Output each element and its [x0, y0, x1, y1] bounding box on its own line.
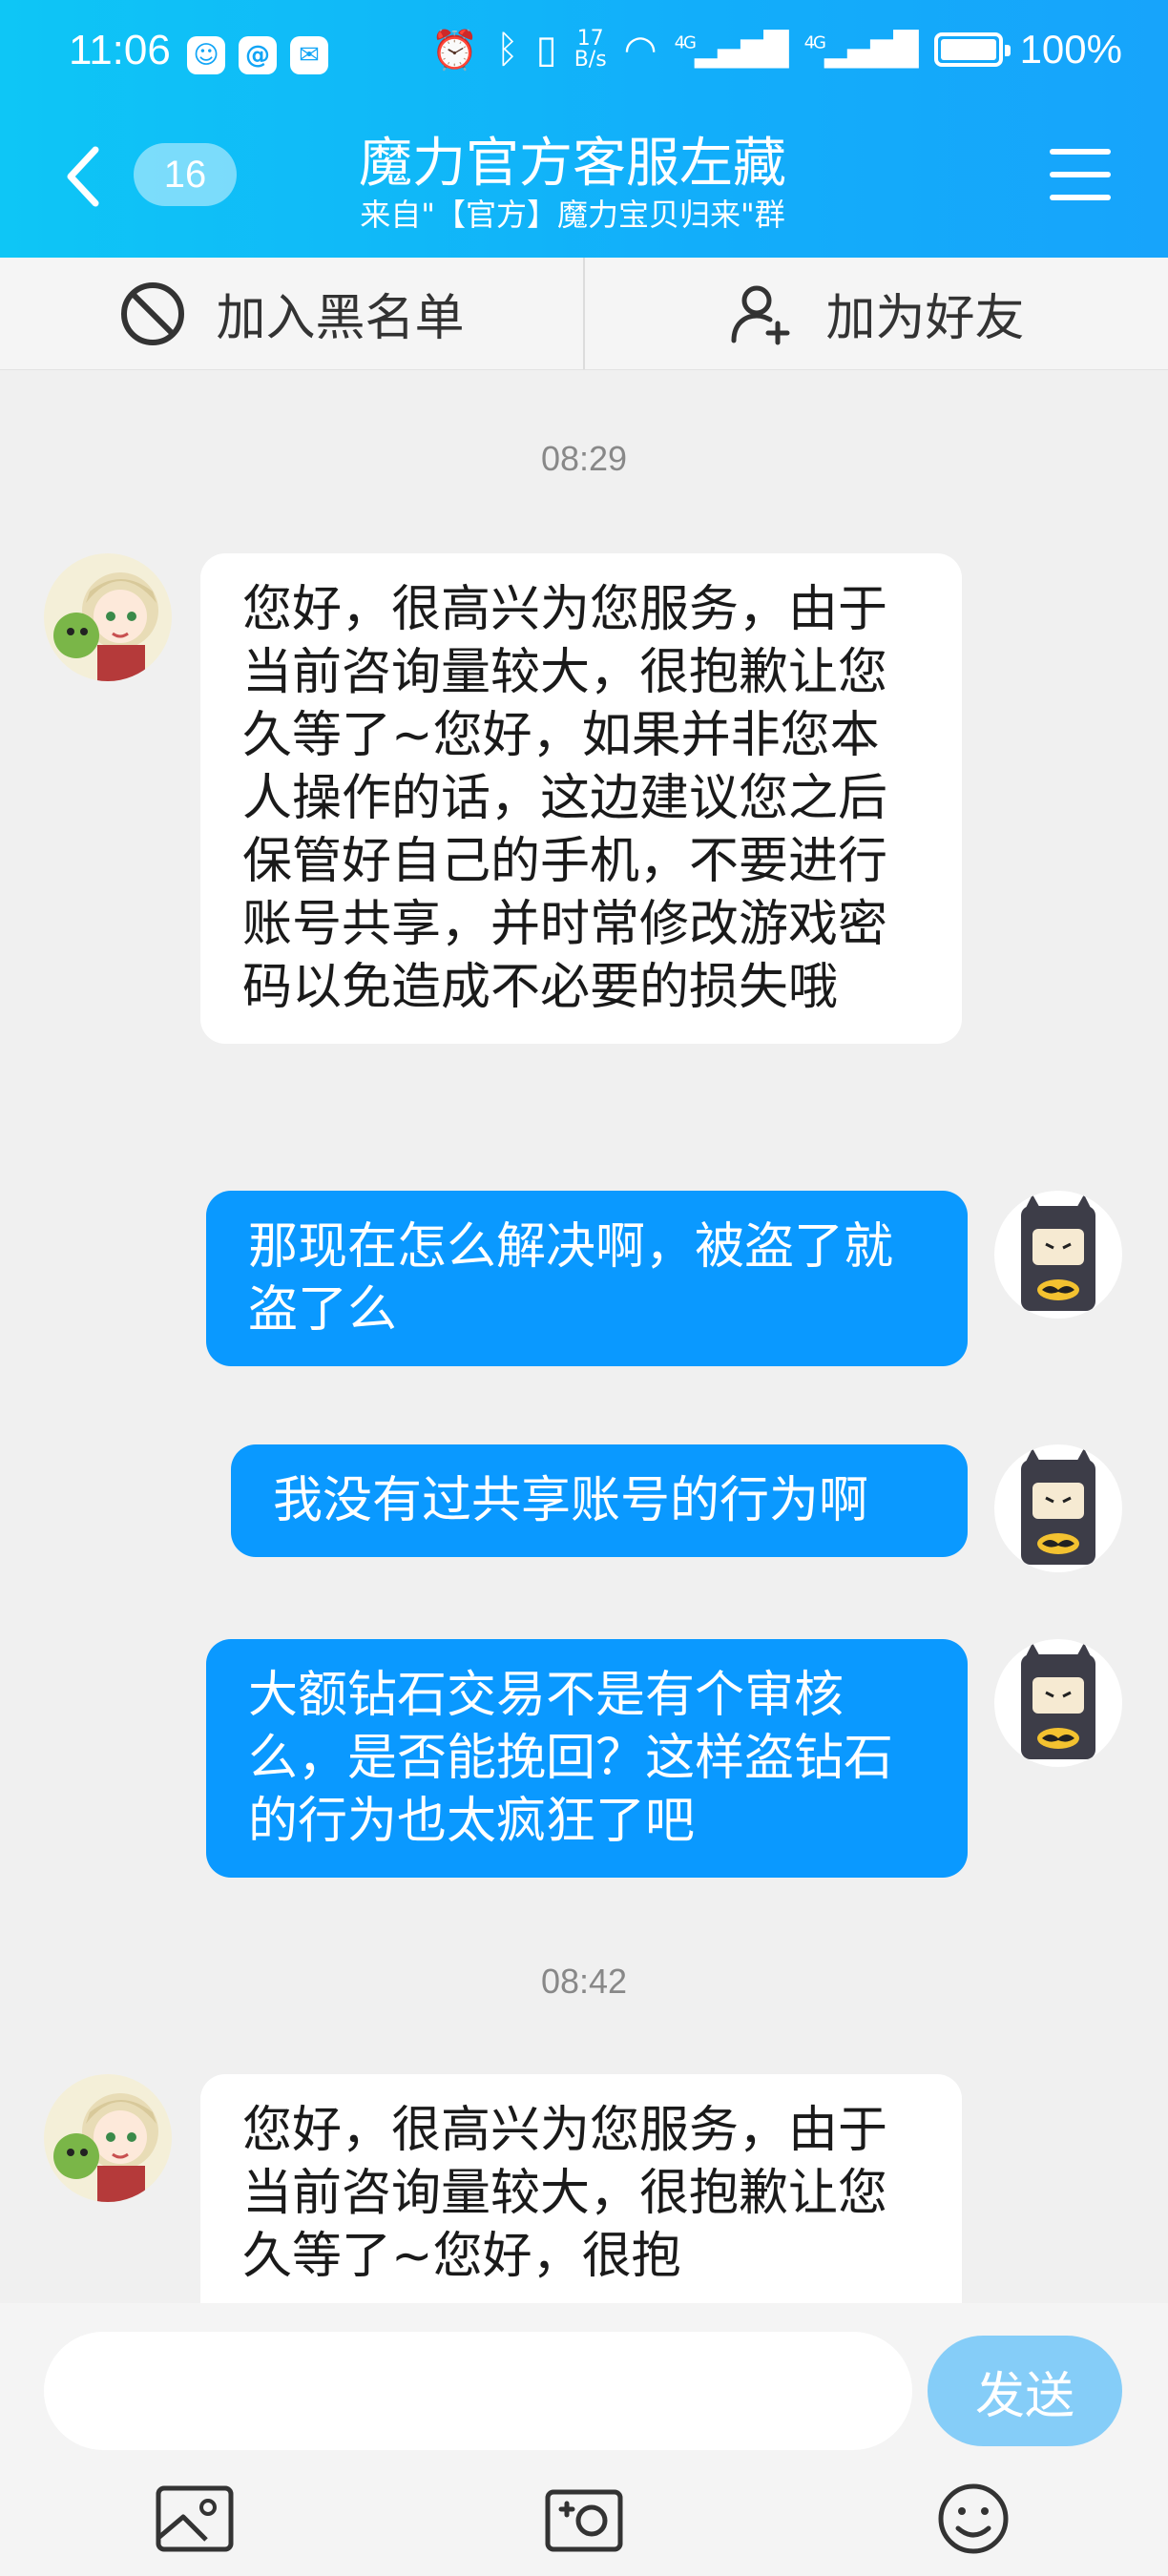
battery-icon	[933, 32, 1011, 67]
chat-area[interactable]: 08:29 您好，很高兴为您服务，由于当前咨询量较大，很抱歉让您久等了~您好，如…	[0, 370, 1168, 2303]
add-user-icon	[731, 285, 790, 344]
block-icon	[121, 281, 185, 345]
net-speed-unit: B/s	[574, 48, 607, 72]
browser-app-icon: @	[239, 36, 277, 74]
bluetooth-icon: ᛒ	[495, 28, 519, 72]
message-text: 大额钻石交易不是有个审核么，是否能挽回？这样盗钻石的行为也太疯狂了吧	[248, 1667, 894, 1850]
message-text: 那现在怎么解决啊，被盗了就盗了么	[248, 1218, 894, 1339]
user-avatar[interactable]	[994, 1639, 1122, 1767]
add-friend-label: 加为好友	[825, 290, 1025, 347]
robot-app-icon: ☺	[187, 36, 225, 74]
send-button[interactable]: 发送	[928, 2336, 1122, 2446]
emoji-icon[interactable]	[931, 2481, 1015, 2557]
blacklist-button[interactable]: 加入黑名单	[0, 258, 583, 369]
net-speed: 17 B/s	[574, 29, 607, 71]
signal-label-2: 4G	[803, 32, 826, 53]
message-bubble[interactable]: 大额钻石交易不是有个审核么，是否能挽回？这样盗钻石的行为也太疯狂了吧	[206, 1639, 968, 1878]
chat-subtitle: 来自"【官方】魔力宝贝归来"群	[360, 197, 785, 233]
status-right: ⏰ ᛒ ▯ 17 B/s ◠ 4G▂▄▆█ 4G▂▄▆█ 100%	[431, 27, 1122, 73]
signal-label-1: 4G	[674, 32, 697, 53]
chat-header: 11:06 ☺ @ ✉ ⏰ ᛒ ▯ 17 B/s ◠ 4G▂▄▆█ 4G▂▄▆█…	[0, 0, 1168, 258]
menu-icon[interactable]	[1050, 149, 1111, 200]
status-time: 11:06	[69, 27, 171, 73]
alarm-icon: ⏰	[430, 28, 479, 73]
status-bar: 11:06 ☺ @ ✉ ⏰ ᛒ ▯ 17 B/s ◠ 4G▂▄▆█ 4G▂▄▆█…	[0, 0, 1168, 114]
time-stamp: 08:42	[540, 1962, 628, 2001]
user-avatar[interactable]	[994, 1444, 1122, 1572]
signal-icon-1: 4G▂▄▆█	[674, 31, 789, 69]
message-text: 您好，很高兴为您服务，由于当前咨询量较大，很抱歉让您久等了~您好，很抱	[242, 2102, 888, 2285]
wifi-icon: ◠	[623, 28, 657, 72]
vibrate-icon: ▯	[535, 28, 557, 72]
battery-percent: 100%	[1019, 27, 1122, 72]
unread-badge[interactable]: 16	[134, 143, 237, 206]
blacklist-label: 加入黑名单	[216, 290, 465, 347]
image-icon[interactable]	[153, 2481, 237, 2557]
message-bubble[interactable]: 我没有过共享账号的行为啊	[231, 1444, 968, 1557]
message-input[interactable]	[44, 2332, 912, 2450]
message-text: 我没有过共享账号的行为啊	[273, 1472, 869, 1529]
input-area: 发送	[0, 2303, 1168, 2576]
agent-avatar[interactable]	[44, 553, 172, 681]
chat-title: 魔力官方客服左藏	[359, 133, 786, 195]
signal-icon-2: 4G▂▄▆█	[803, 31, 919, 69]
action-bar: 加入黑名单 加为好友	[0, 258, 1168, 370]
user-avatar[interactable]	[994, 1191, 1122, 1319]
agent-avatar[interactable]	[44, 2074, 172, 2202]
camera-icon[interactable]	[542, 2481, 626, 2557]
message-bubble[interactable]: 您好，很高兴为您服务，由于当前咨询量较大，很抱歉让您久等了~您好，如果并非您本人…	[200, 553, 962, 1044]
message-bubble[interactable]: 您好，很高兴为您服务，由于当前咨询量较大，很抱歉让您久等了~您好，很抱	[200, 2074, 962, 2303]
back-icon[interactable]	[57, 138, 115, 215]
message-text: 您好，很高兴为您服务，由于当前咨询量较大，很抱歉让您久等了~您好，如果并非您本人…	[242, 581, 888, 1016]
notification-icons: ☺ @ ✉	[187, 36, 328, 74]
time-stamp: 08:29	[540, 439, 628, 478]
message-bubble[interactable]: 那现在怎么解决啊，被盗了就盗了么	[206, 1191, 968, 1366]
chat-app-icon: ✉	[290, 36, 328, 74]
add-friend-button[interactable]: 加为好友	[583, 258, 1168, 369]
